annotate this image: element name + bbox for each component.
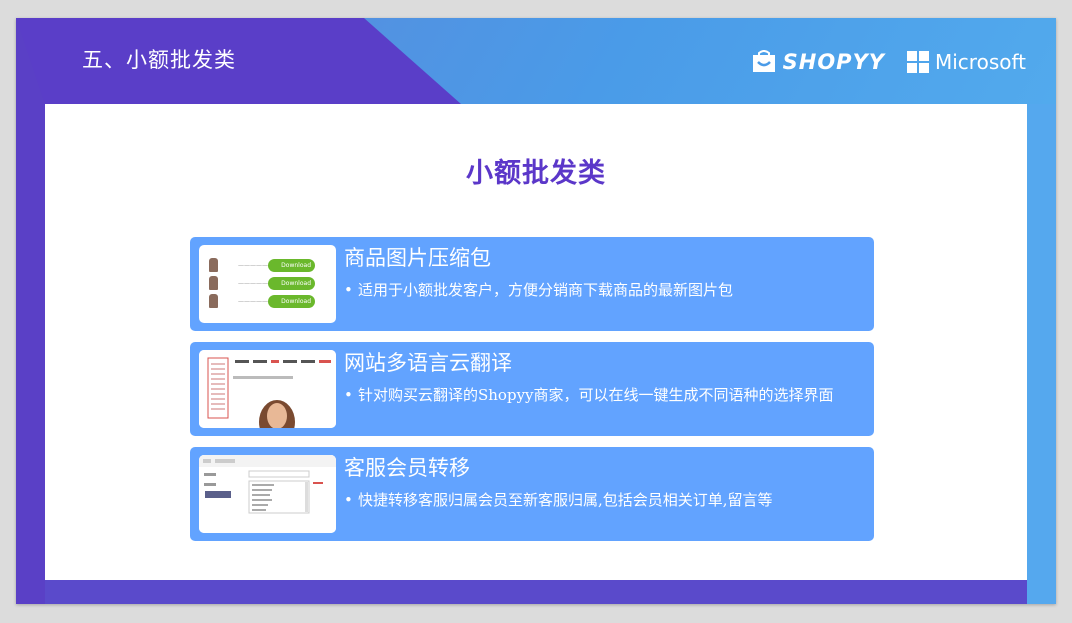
slide-title: 五、小额批发类 (82, 48, 236, 72)
card-description: • 快捷转移客服归属会员至新客服归属,包括会员相关订单,留言等 (344, 490, 869, 511)
download-button: Download (268, 276, 315, 290)
product-figure-icon (209, 276, 218, 290)
product-figure-icon (209, 258, 218, 272)
card-description-text: 适用于小额批发客户，方便分销商下载商品的最新图片包 (358, 281, 734, 299)
card-description-text: 快捷转移客服归属会员至新客服归属,包括会员相关订单,留言等 (358, 491, 773, 509)
bullet: • (344, 281, 353, 299)
feature-card: 网站多语言云翻译 • 针对购买云翻译的Shopyy商家，可以在线一键生成不同语种… (190, 342, 874, 436)
microsoft-wordmark: Microsoft (934, 50, 1026, 74)
download-row-label: —————— (238, 297, 274, 305)
product-figure-icon (209, 294, 218, 308)
content-panel: 小额批发类 —————— Download —————— Download ——… (45, 104, 1027, 580)
card-title: 网站多语言云翻译 (344, 351, 512, 375)
shopping-bag-icon (752, 50, 775, 72)
card-description: • 针对购买云翻译的Shopyy商家，可以在线一键生成不同语种的选择界面 (344, 385, 869, 406)
download-button: Download (268, 258, 315, 272)
card-title: 客服会员转移 (344, 456, 470, 480)
bullet: • (344, 491, 353, 509)
member-transfer-form-illustration (199, 455, 336, 533)
member-transfer-screenshot-thumbnail (199, 455, 336, 533)
card-description: • 适用于小额批发客户，方便分销商下载商品的最新图片包 (344, 280, 869, 301)
download-button: Download (268, 294, 315, 308)
logo-group: SHOPYY Microsoft (751, 50, 1026, 74)
shopyy-logo: SHOPYY (751, 50, 885, 74)
feature-card: —————— Download —————— Download —————— D… (190, 237, 874, 331)
microsoft-logo: Microsoft (906, 50, 1026, 74)
content-heading: 小额批发类 (466, 158, 606, 189)
translation-screenshot-thumbnail (199, 350, 336, 428)
shopyy-wordmark: SHOPYY (782, 50, 885, 74)
download-row: —————— Download (209, 276, 315, 290)
download-row-label: —————— (238, 261, 274, 269)
translation-page-illustration (199, 350, 336, 428)
feature-card: 客服会员转移 • 快捷转移客服归属会员至新客服归属,包括会员相关订单,留言等 (190, 447, 874, 541)
card-title: 商品图片压缩包 (344, 246, 491, 270)
windows-grid-icon (906, 51, 929, 73)
download-screenshot-thumbnail: —————— Download —————— Download —————— D… (199, 245, 336, 323)
bullet: • (344, 386, 353, 404)
download-row: —————— Download (209, 258, 315, 272)
download-row: —————— Download (209, 294, 315, 308)
card-description-text: 针对购买云翻译的Shopyy商家，可以在线一键生成不同语种的选择界面 (358, 386, 834, 404)
download-row-label: —————— (238, 279, 274, 287)
slide: 五、小额批发类 SHOPYY Microsoft 小额批发类 —————— Do… (16, 18, 1056, 604)
